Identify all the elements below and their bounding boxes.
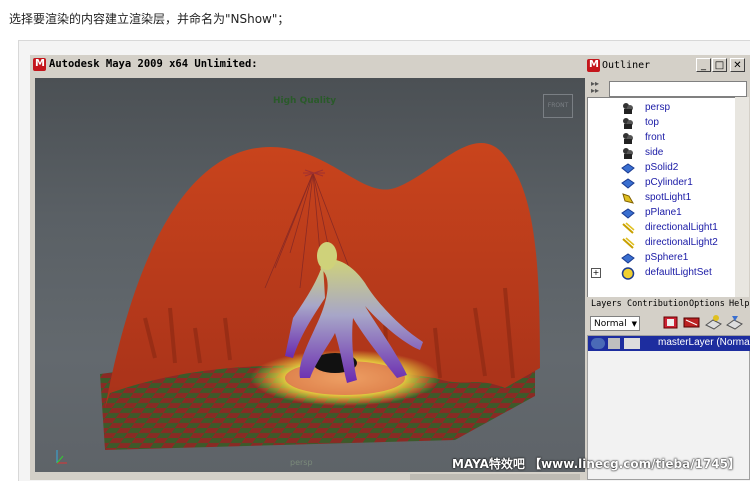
outliner-item-label: spotLight1	[645, 192, 692, 203]
camera-icon	[623, 103, 633, 114]
chevron-down-icon: ▼	[631, 320, 637, 328]
outliner-item-persp[interactable]: persp	[588, 101, 736, 116]
minimize-button[interactable]: _	[696, 58, 711, 72]
view-cube[interactable]: FRONT	[543, 94, 573, 118]
spotlight-icon	[622, 193, 635, 204]
outliner-item-label: defaultLightSet	[645, 267, 712, 278]
outliner-item-label: pSolid2	[645, 162, 679, 173]
window-title: Autodesk Maya 2009 x64 Unlimited:	[49, 58, 258, 70]
outliner-scrollbar[interactable]	[735, 97, 749, 297]
render-settings-icon[interactable]	[661, 313, 680, 332]
menu-options[interactable]: Options	[689, 299, 725, 309]
filter-arrows-icon[interactable]: ▸▸ ▸▸	[591, 80, 607, 96]
light-set-icon	[621, 267, 635, 280]
mesh-icon	[621, 253, 635, 264]
menu-layers[interactable]: Layers	[591, 299, 622, 309]
outliner-item-psolid2[interactable]: pSolid2	[588, 161, 736, 176]
layer-editor: Layers Contribution Options Help Normal …	[585, 297, 750, 480]
outliner-item-defaultlightset[interactable]: + defaultLightSet	[588, 266, 736, 281]
mesh-icon	[621, 163, 635, 174]
expand-icon[interactable]: +	[591, 268, 601, 278]
directional-light-icon	[622, 237, 635, 249]
maximize-button[interactable]: □	[712, 58, 727, 72]
layer-render-icon[interactable]	[624, 338, 640, 349]
new-layer-selected-icon[interactable]	[725, 313, 744, 332]
outliner-item-side[interactable]: side	[588, 146, 736, 161]
outliner-item-front[interactable]: front	[588, 131, 736, 146]
outliner-item-label: front	[645, 132, 666, 143]
outliner-item-label: persp	[645, 102, 671, 113]
perspective-viewport[interactable]: FRONT	[35, 78, 585, 476]
outliner-item-pcylinder1[interactable]: pCylinder1	[588, 176, 736, 191]
render-layer-row[interactable]: masterLayer (Normal)	[588, 336, 750, 351]
mesh-icon	[621, 178, 635, 189]
viewport-camera-label: persp	[290, 458, 313, 467]
camera-icon	[623, 118, 633, 129]
outliner-item-label: directionalLight2	[645, 237, 718, 248]
menu-contribution[interactable]: Contribution	[627, 299, 688, 309]
visibility-icon[interactable]	[591, 338, 605, 349]
outliner-item-label: pSphere1	[645, 252, 689, 263]
maya-bottom-bar	[30, 472, 585, 480]
layer-toggle-icon[interactable]	[608, 338, 620, 349]
watermark-text: MAYA特效吧 【www.linecg.com/tieba/1745】	[452, 457, 741, 471]
outliner-item-label: pCylinder1	[645, 177, 693, 188]
new-layer-icon[interactable]	[704, 313, 723, 332]
outliner-item-label: pPlane1	[645, 207, 682, 218]
outliner-titlebar[interactable]: Outliner _ □ ✕	[585, 55, 750, 76]
outliner-item-spotlight1[interactable]: spotLight1	[588, 191, 736, 206]
outliner-item-top[interactable]: top	[588, 116, 736, 131]
render-view-icon[interactable]	[682, 313, 701, 332]
maya-app-icon	[587, 59, 600, 72]
layer-menubar: Layers Contribution Options Help	[585, 297, 750, 310]
maya-window: Autodesk Maya 2009 x64 Unlimited:	[30, 55, 585, 480]
outliner-window: Outliner _ □ ✕ ▸▸▸▸ persp top front side…	[585, 55, 750, 299]
maya-titlebar[interactable]: Autodesk Maya 2009 x64 Unlimited:	[30, 55, 585, 75]
viewport-quality-label: High Quality	[273, 96, 337, 106]
caption-text: 选择要渲染的内容建立渲染层，并命名为"NShow"；	[9, 12, 290, 26]
outliner-search-input[interactable]	[609, 81, 747, 97]
outliner-item-directionallight1[interactable]: directionalLight1	[588, 221, 736, 236]
outliner-item-label: top	[645, 117, 659, 128]
outliner-list[interactable]: persp top front side pSolid2 pCylinder1 …	[587, 97, 737, 299]
close-button[interactable]: ✕	[730, 58, 745, 72]
camera-icon	[623, 133, 633, 144]
outliner-title: Outliner	[602, 60, 651, 71]
outliner-item-directionallight2[interactable]: directionalLight2	[588, 236, 736, 251]
maya-app-icon	[33, 58, 46, 71]
layer-name: masterLayer (Normal)	[658, 337, 750, 348]
outliner-item-label: side	[645, 147, 664, 158]
outliner-item-pplane1[interactable]: pPlane1	[588, 206, 736, 221]
blend-mode-select[interactable]: Normal ▼	[590, 316, 640, 331]
outliner-item-label: directionalLight1	[645, 222, 718, 233]
scene-render	[56, 142, 540, 464]
mesh-icon	[621, 208, 635, 219]
outliner-item-psphere1[interactable]: pSphere1	[588, 251, 736, 266]
menu-help[interactable]: Help	[729, 299, 749, 309]
camera-icon	[623, 148, 633, 159]
blend-mode-value: Normal	[594, 319, 627, 329]
directional-light-icon	[622, 222, 635, 234]
